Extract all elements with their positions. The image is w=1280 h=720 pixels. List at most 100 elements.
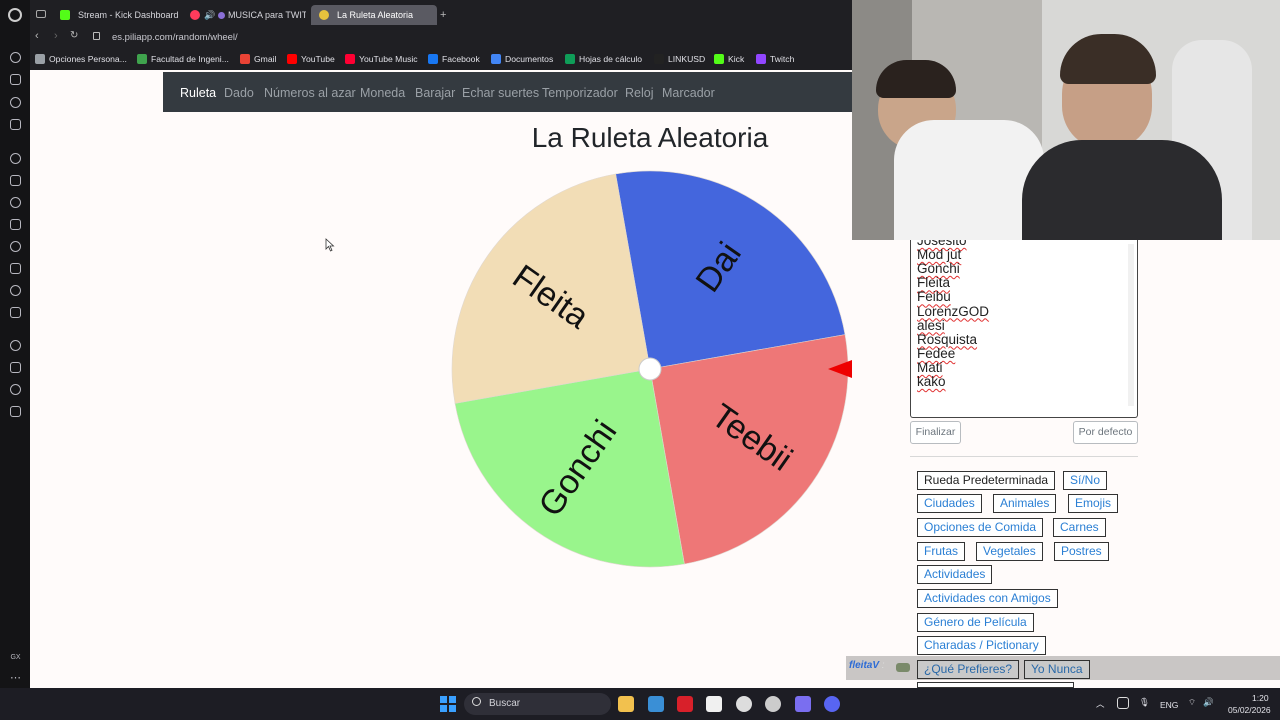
volume-icon[interactable]: 🔊: [1203, 697, 1214, 708]
wheel-hub[interactable]: [638, 357, 662, 381]
flow-icon[interactable]: [10, 74, 21, 85]
preset-button[interactable]: Postres: [1054, 542, 1109, 561]
address-bar[interactable]: es.piliapp.com/random/wheel/: [112, 32, 238, 43]
windows-start-icon[interactable]: [440, 696, 456, 712]
bookmark-item[interactable]: Documentos: [491, 53, 553, 65]
tab-musica[interactable]: 🔊 MUSICA para TWIT: [182, 5, 306, 25]
nav-item[interactable]: Temporizador: [542, 86, 618, 100]
nav-item[interactable]: Números al azar: [264, 86, 356, 100]
photos-icon[interactable]: [648, 696, 664, 712]
preset-button[interactable]: Sí/No: [1063, 471, 1108, 490]
lock-icon: [93, 32, 100, 40]
bookmark-item[interactable]: YouTube: [287, 53, 335, 65]
textarea-scrollbar[interactable]: [1128, 244, 1134, 406]
chat-overlay-band: [846, 656, 1280, 680]
nav-item[interactable]: Dado: [224, 86, 254, 100]
chrome-icon[interactable]: [765, 696, 781, 712]
clock-icon[interactable]: [10, 362, 21, 373]
search-placeholder: Buscar: [489, 698, 521, 709]
finalize-button[interactable]: Finalizar: [910, 421, 961, 444]
default-button[interactable]: Por defecto: [1073, 421, 1138, 444]
file-explorer-icon[interactable]: [618, 696, 634, 712]
nav-item[interactable]: Moneda: [360, 86, 405, 100]
bookmark-item[interactable]: YouTube Music: [345, 53, 418, 65]
bookmark-item[interactable]: LINKUSD: [654, 53, 705, 65]
messenger-icon[interactable]: [10, 119, 21, 130]
bookmark-item[interactable]: Twitch: [756, 53, 794, 65]
extensions-icon[interactable]: [10, 384, 21, 395]
nav-item[interactable]: Barajar: [415, 86, 455, 100]
games-icon[interactable]: [10, 97, 21, 108]
preset-button[interactable]: Género de Película: [917, 613, 1034, 632]
history-icon[interactable]: [10, 52, 21, 63]
taskbar-search[interactable]: [464, 693, 611, 715]
new-tab-button[interactable]: +: [440, 9, 450, 21]
back-icon[interactable]: ‹: [35, 30, 39, 42]
opera-gx-taskbar-icon[interactable]: [677, 696, 693, 712]
tab-ruleta[interactable]: La Ruleta Aleatoria: [311, 5, 437, 25]
bookmark-item[interactable]: Gmail: [240, 53, 276, 65]
preset-button[interactable]: Actividades con Amigos: [917, 589, 1058, 608]
instagram-icon[interactable]: [10, 263, 21, 274]
preset-button[interactable]: Frutas: [917, 542, 966, 561]
preset-button[interactable]: Carnes: [1053, 518, 1106, 537]
preset-button[interactable]: Vegetales: [976, 542, 1043, 561]
telegram-icon[interactable]: [10, 241, 21, 252]
forward-icon[interactable]: ›: [54, 30, 58, 42]
preset-button[interactable]: Rueda Predeterminada: [917, 471, 1056, 490]
youtube-music-icon: [190, 10, 200, 20]
divider: [910, 456, 1138, 457]
bookmark-icon: [756, 54, 766, 64]
twitch-icon[interactable]: [10, 175, 21, 186]
nav-item[interactable]: Ruleta: [180, 86, 216, 100]
preset-button[interactable]: Charadas / Pictionary: [917, 636, 1046, 655]
tray-chevron-icon[interactable]: ︿: [1096, 698, 1105, 710]
spin-wheel[interactable]: DaiTeebiiGonchiFleita: [450, 168, 852, 570]
language-indicator[interactable]: ENG: [1160, 700, 1178, 710]
gx-icon[interactable]: GX: [9, 651, 22, 664]
microphone-icon[interactable]: 🎙: [1139, 697, 1150, 708]
network-icon[interactable]: ⌔: [1188, 697, 1196, 708]
tiktok-icon[interactable]: [10, 285, 21, 296]
preset-button[interactable]: Animales: [993, 494, 1057, 513]
speaker-icon[interactable]: 🔊: [204, 5, 215, 25]
preset-button[interactable]: Emojis: [1068, 494, 1119, 513]
bookmark-item[interactable]: Kick: [714, 53, 744, 65]
bookmark-item[interactable]: Opciones Persona...: [35, 53, 127, 65]
more-icon[interactable]: ⋯: [9, 672, 22, 685]
nav-item[interactable]: Reloj: [625, 86, 654, 100]
nav-item[interactable]: Marcador: [662, 86, 715, 100]
discord-icon[interactable]: [824, 696, 840, 712]
preset-button[interactable]: Ciudades: [917, 494, 982, 513]
chat-username: fleitaV :: [849, 660, 885, 671]
kick-icon: [60, 10, 70, 20]
names-list-item: kako: [917, 374, 946, 389]
facebook-messenger-icon[interactable]: [10, 197, 21, 208]
opera-gx-logo-icon[interactable]: [8, 8, 22, 22]
bookmark-item[interactable]: Facultad de Ingeni...: [137, 53, 229, 65]
search-icon: [472, 697, 481, 706]
workspaces-icon[interactable]: [36, 10, 46, 18]
bookmark-item[interactable]: Facebook: [428, 53, 480, 65]
clock-date[interactable]: 05/02/2026: [1228, 705, 1271, 715]
proton-icon[interactable]: [795, 696, 811, 712]
reload-icon[interactable]: ↻: [70, 30, 78, 41]
whatsapp-icon[interactable]: [10, 219, 21, 230]
preset-button[interactable]: Actividades: [917, 565, 993, 584]
notepad-icon[interactable]: [706, 696, 722, 712]
tab-kick-dashboard[interactable]: Stream - Kick Dashboard: [52, 5, 182, 25]
player-icon[interactable]: [10, 340, 21, 351]
names-list-item: Fedee: [917, 345, 956, 361]
chatgpt-icon[interactable]: [10, 153, 21, 164]
emote-icon: [896, 663, 910, 672]
nav-item[interactable]: Echar suertes: [462, 86, 539, 100]
github-icon[interactable]: [736, 696, 752, 712]
tray-app-icon[interactable]: [1117, 697, 1129, 709]
preset-button[interactable]: Opciones de Comida: [917, 518, 1044, 537]
bookmark-item[interactable]: Hojas de cálculo: [565, 53, 642, 65]
media-dot-icon: [218, 12, 225, 19]
names-list-item: Mod jut: [917, 247, 962, 263]
settings-icon[interactable]: [10, 406, 21, 417]
clock-time[interactable]: 1:20: [1252, 693, 1269, 703]
x-icon[interactable]: [10, 307, 21, 318]
